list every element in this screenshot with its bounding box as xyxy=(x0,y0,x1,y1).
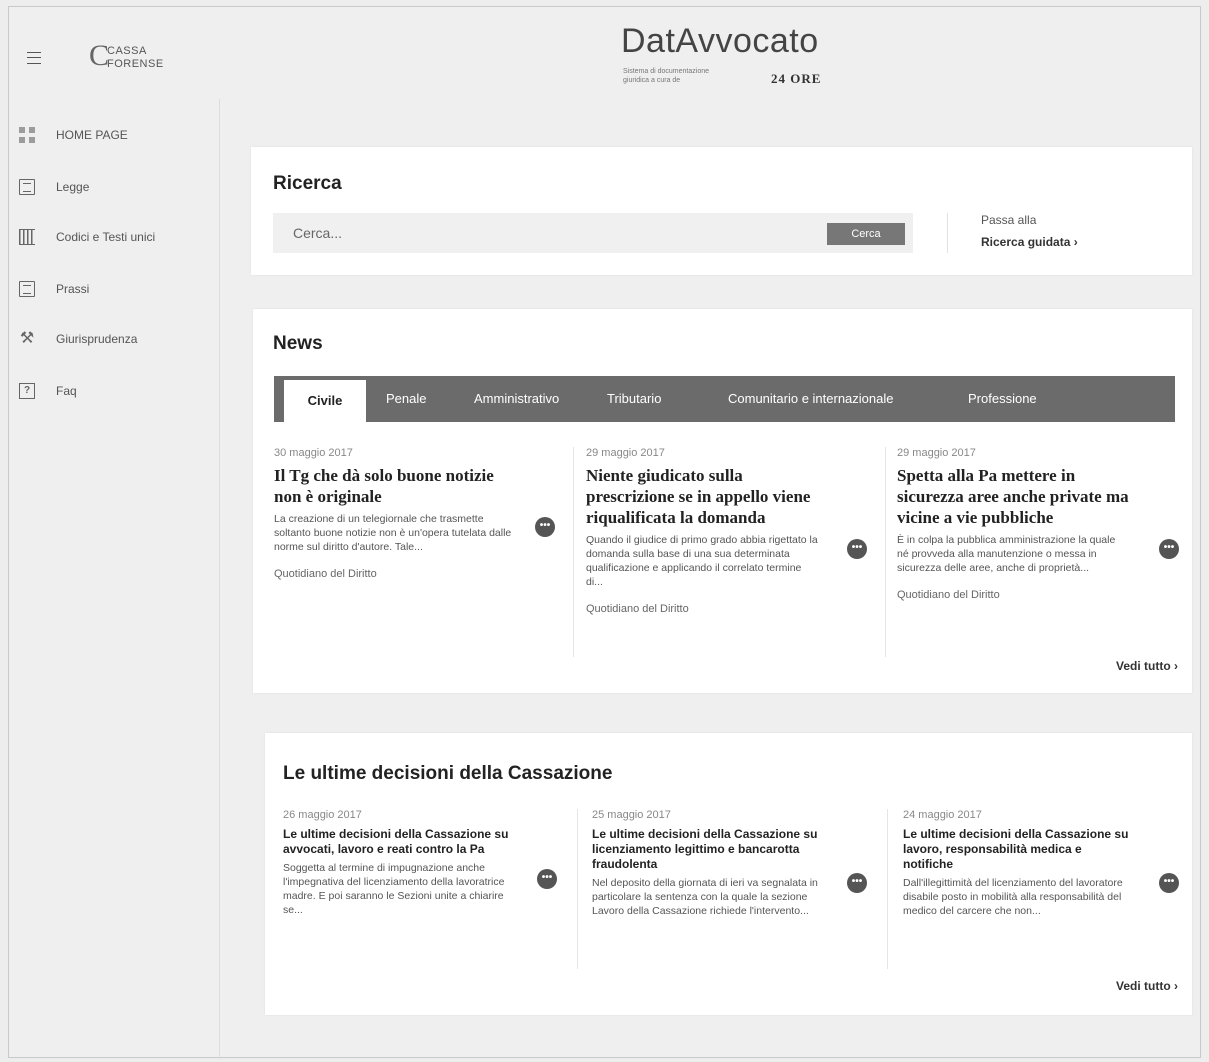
news-date: 29 maggio 2017 xyxy=(897,447,976,459)
sidebar-item-label: Prassi xyxy=(56,282,90,296)
decision-title[interactable]: Le ultime decisioni della Cassazione su … xyxy=(283,827,515,857)
sidebar-item-prassi[interactable]: Prassi xyxy=(19,277,89,301)
column-divider xyxy=(573,447,574,657)
decision-item[interactable]: 26 maggio 2017 Le ultime decisioni della… xyxy=(283,809,515,917)
document-icon xyxy=(19,281,35,297)
news-excerpt: È in colpa la pubblica amministrazione l… xyxy=(897,534,1116,574)
more-icon[interactable]: ••• xyxy=(537,869,557,889)
decision-excerpt: Soggetta al termine di impugnazione anch… xyxy=(283,862,505,916)
app-frame: C CASSA FORENSE DatAvvocato Sistema di d… xyxy=(8,6,1201,1059)
tab-tributario[interactable]: Tributario xyxy=(607,376,661,422)
decision-date: 26 maggio 2017 xyxy=(283,809,362,821)
divider xyxy=(947,213,948,253)
sidebar-item-legge[interactable]: Legge xyxy=(19,175,89,199)
decision-excerpt: Dall'illegittimità del licenziamento del… xyxy=(903,877,1123,917)
sidebar-item-codici[interactable]: Codici e Testi unici xyxy=(19,225,155,249)
news-source: Quotidiano del Diritto xyxy=(897,589,1000,601)
decision-title[interactable]: Le ultime decisioni della Cassazione su … xyxy=(592,827,824,872)
guided-search-prefix: Passa alla xyxy=(981,213,1037,227)
news-item[interactable]: 29 maggio 2017 Niente giudicato sulla pr… xyxy=(586,447,818,615)
search-input[interactable] xyxy=(273,213,813,253)
grid-icon xyxy=(19,127,35,143)
brand-name: DatAvvocato xyxy=(621,22,819,60)
news-item[interactable]: 30 maggio 2017 Il Tg che dà solo buone n… xyxy=(274,447,514,580)
datavvocato-brand[interactable]: DatAvvocato Sistema di documentazione gi… xyxy=(621,22,861,86)
more-icon[interactable]: ••• xyxy=(847,873,867,893)
news-source: Quotidiano del Diritto xyxy=(586,603,689,615)
news-title[interactable]: Niente giudicato sulla prescrizione se i… xyxy=(586,465,818,528)
cassazione-view-all[interactable]: Vedi tutto › xyxy=(1116,979,1178,993)
search-box: Cerca xyxy=(273,213,913,253)
sidebar-item-home[interactable]: HOME PAGE xyxy=(19,123,128,147)
decision-item[interactable]: 25 maggio 2017 Le ultime decisioni della… xyxy=(592,809,824,918)
sidebar-item-giurisprudenza[interactable]: ⚒ Giurisprudenza xyxy=(19,327,138,351)
decision-excerpt: Nel deposito della giornata di ieri va s… xyxy=(592,877,818,917)
decision-date: 24 maggio 2017 xyxy=(903,809,982,821)
column-divider xyxy=(577,809,578,969)
document-icon xyxy=(19,179,35,195)
news-title[interactable]: Il Tg che dà solo buone notizie non è or… xyxy=(274,465,514,507)
more-icon[interactable]: ••• xyxy=(535,517,555,537)
news-excerpt: La creazione di un telegiornale che tras… xyxy=(274,513,512,553)
cassazione-card: Le ultime decisioni della Cassazione 26 … xyxy=(265,733,1192,1015)
guided-search-link[interactable]: Ricerca guidata › xyxy=(981,235,1078,249)
news-view-all[interactable]: Vedi tutto › xyxy=(1116,659,1178,673)
logo-line1: CASSA xyxy=(107,45,147,57)
decision-title[interactable]: Le ultime decisioni della Cassazione su … xyxy=(903,827,1135,872)
sidebar-item-faq[interactable]: ? Faq xyxy=(19,379,77,403)
tab-civile[interactable]: Civile xyxy=(284,380,366,422)
news-excerpt: Quando il giudice di primo grado abbia r… xyxy=(586,534,818,588)
tab-penale[interactable]: Penale xyxy=(386,376,426,422)
top-header: C CASSA FORENSE DatAvvocato Sistema di d… xyxy=(9,7,1200,99)
search-title: Ricerca xyxy=(273,173,342,194)
more-icon[interactable]: ••• xyxy=(1159,873,1179,893)
gavel-icon: ⚒ xyxy=(19,330,35,347)
search-button[interactable]: Cerca xyxy=(827,223,905,245)
cassazione-title: Le ultime decisioni della Cassazione xyxy=(283,763,613,784)
faq-icon: ? xyxy=(19,383,35,399)
news-title: News xyxy=(273,333,323,354)
logo-line2: FORENSE xyxy=(107,58,164,70)
more-icon[interactable]: ••• xyxy=(1159,539,1179,559)
more-icon[interactable]: ••• xyxy=(847,539,867,559)
sidebar-item-label: Legge xyxy=(56,180,90,194)
sidebar-item-label: HOME PAGE xyxy=(56,128,128,142)
column-divider xyxy=(885,447,886,657)
sidebar-item-label: Faq xyxy=(56,384,77,398)
decision-date: 25 maggio 2017 xyxy=(592,809,671,821)
books-icon xyxy=(19,229,35,245)
news-tabs: Civile Penale Amministrativo Tributario … xyxy=(274,376,1175,422)
tab-comunitario[interactable]: Comunitario e internazionale xyxy=(728,376,893,422)
tab-professione[interactable]: Professione xyxy=(968,376,1037,422)
tab-amministrativo[interactable]: Amministrativo xyxy=(474,376,559,422)
news-card: News Civile Penale Amministrativo Tribut… xyxy=(253,309,1192,693)
sidebar: HOME PAGE Legge Codici e Testi unici Pra… xyxy=(9,99,220,1059)
menu-icon[interactable] xyxy=(27,52,41,64)
column-divider xyxy=(887,809,888,969)
news-date: 29 maggio 2017 xyxy=(586,447,665,459)
logo-mark: C xyxy=(89,39,110,72)
brand-subtitle: Sistema di documentazione giuridica a cu… xyxy=(623,68,709,84)
news-date: 30 maggio 2017 xyxy=(274,447,353,459)
sidebar-item-label: Giurisprudenza xyxy=(56,332,138,346)
decision-item[interactable]: 24 maggio 2017 Le ultime decisioni della… xyxy=(903,809,1135,918)
search-card: Ricerca Cerca Passa alla Ricerca guidata… xyxy=(251,147,1192,275)
sidebar-item-label: Codici e Testi unici xyxy=(56,230,156,244)
brand-partner: 24 ORE xyxy=(771,71,822,86)
news-source: Quotidiano del Diritto xyxy=(274,568,377,580)
news-title[interactable]: Spetta alla Pa mettere in sicurezza aree… xyxy=(897,465,1129,528)
news-item[interactable]: 29 maggio 2017 Spetta alla Pa mettere in… xyxy=(897,447,1129,601)
